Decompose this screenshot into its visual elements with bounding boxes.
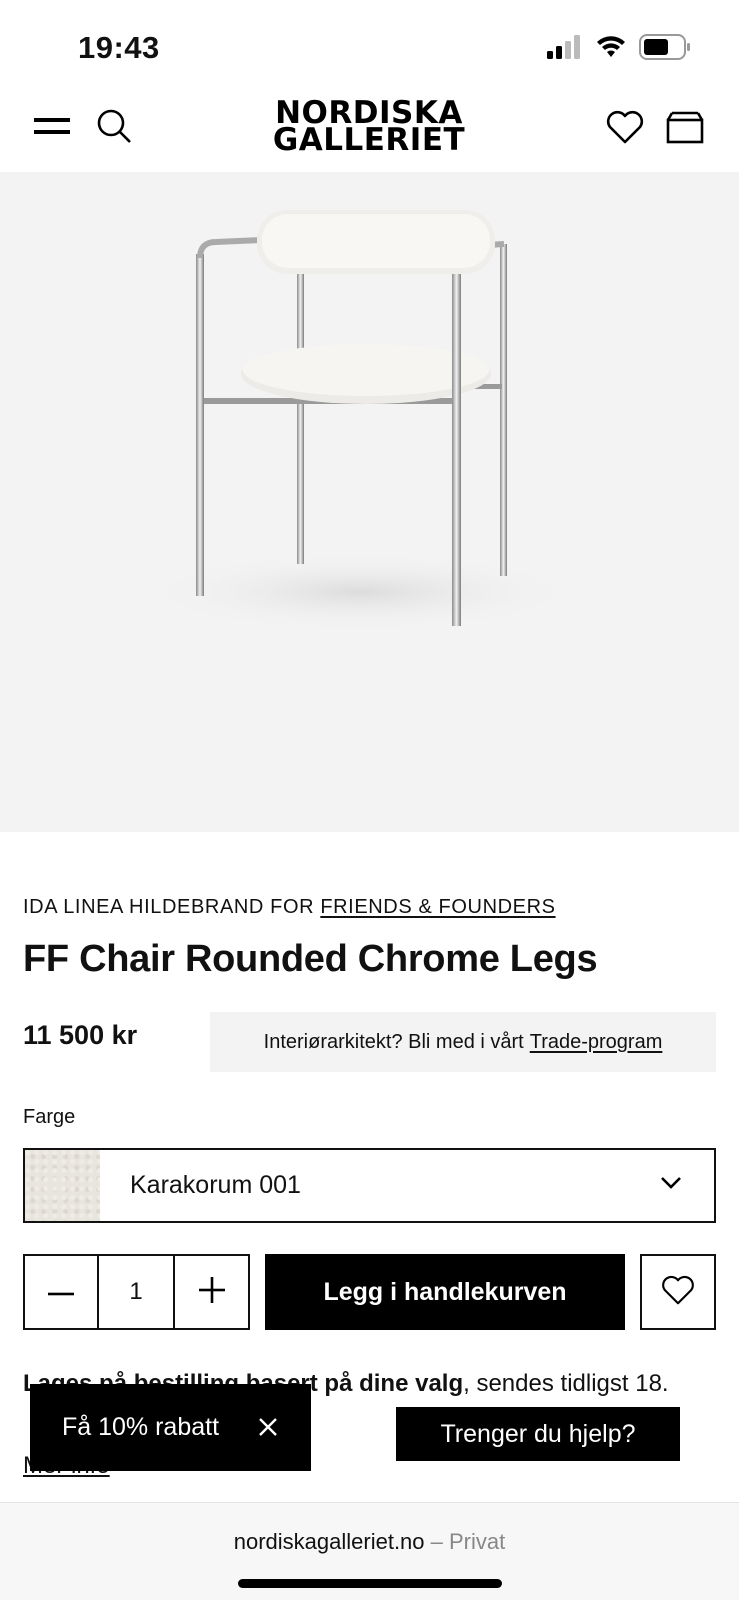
logo-line-2: GALLERIET bbox=[272, 122, 466, 158]
add-to-cart-button[interactable]: Legg i handlekurven bbox=[265, 1254, 625, 1330]
color-swatch bbox=[25, 1150, 100, 1221]
cart-button[interactable] bbox=[664, 108, 706, 150]
heart-icon bbox=[606, 110, 644, 149]
delivery-rest: , sendes tidligst 18. bbox=[463, 1370, 669, 1397]
search-button[interactable] bbox=[94, 108, 134, 148]
url-domain: nordiskagalleriet.no bbox=[233, 1529, 425, 1554]
chair-illustration bbox=[140, 210, 580, 632]
plus-icon bbox=[198, 1276, 225, 1308]
chevron-down-icon bbox=[660, 1176, 682, 1195]
trade-text: Interiørarkitekt? Bli med i vårt bbox=[263, 1030, 524, 1053]
browser-bar: nordiskagalleriet.no – Privat bbox=[0, 1502, 739, 1600]
heart-icon bbox=[661, 1275, 695, 1310]
designer-line: IDA LINEA HILDEBRAND FOR FRIENDS & FOUND… bbox=[23, 896, 556, 919]
home-indicator[interactable] bbox=[238, 1579, 502, 1588]
site-header: NORDISKA GALLERIET bbox=[0, 90, 739, 172]
url-separator: – bbox=[424, 1529, 449, 1554]
signal-icon bbox=[547, 35, 583, 64]
color-value: Karakorum 001 bbox=[130, 1171, 301, 1199]
quantity-value[interactable]: 1 bbox=[99, 1256, 175, 1328]
battery-icon bbox=[639, 34, 691, 65]
search-icon bbox=[96, 108, 132, 149]
discount-text: Få 10% rabatt bbox=[62, 1413, 220, 1441]
trade-banner: Interiørarkitekt? Bli med i vårt Trade-p… bbox=[210, 1012, 716, 1072]
site-logo[interactable]: NORDISKA GALLERIET bbox=[256, 98, 482, 158]
minus-icon bbox=[48, 1283, 74, 1301]
quantity-stepper: 1 bbox=[23, 1254, 250, 1330]
quantity-increase-button[interactable] bbox=[175, 1256, 248, 1328]
url-mode: Privat bbox=[449, 1529, 506, 1554]
product-title: FF Chair Rounded Chrome Legs bbox=[23, 938, 598, 980]
close-icon[interactable] bbox=[255, 1414, 281, 1440]
menu-button[interactable] bbox=[32, 108, 72, 148]
quantity-decrease-button[interactable] bbox=[25, 1256, 99, 1328]
url-bar[interactable]: nordiskagalleriet.no – Privat bbox=[0, 1529, 739, 1555]
discount-popup[interactable]: Få 10% rabatt bbox=[30, 1384, 311, 1471]
wifi-icon bbox=[595, 35, 627, 64]
menu-icon bbox=[34, 115, 70, 142]
trade-program-link[interactable]: Trade-program bbox=[530, 1031, 663, 1054]
help-button[interactable]: Trenger du hjelp? bbox=[396, 1407, 680, 1461]
product-wishlist-button[interactable] bbox=[640, 1254, 716, 1330]
status-time: 19:43 bbox=[78, 30, 160, 65]
brand-link[interactable]: FRIENDS & FOUNDERS bbox=[320, 896, 555, 918]
color-select[interactable]: Karakorum 001 bbox=[23, 1148, 716, 1223]
status-icons bbox=[547, 34, 691, 65]
status-bar: 19:43 bbox=[0, 0, 739, 90]
designer-name: IDA LINEA HILDEBRAND FOR bbox=[23, 896, 315, 918]
product-price: 11 500 kr bbox=[23, 1020, 138, 1050]
product-image[interactable] bbox=[0, 172, 739, 832]
color-label: Farge bbox=[23, 1106, 76, 1128]
wishlist-button[interactable] bbox=[604, 108, 646, 150]
cart-icon bbox=[666, 110, 704, 149]
